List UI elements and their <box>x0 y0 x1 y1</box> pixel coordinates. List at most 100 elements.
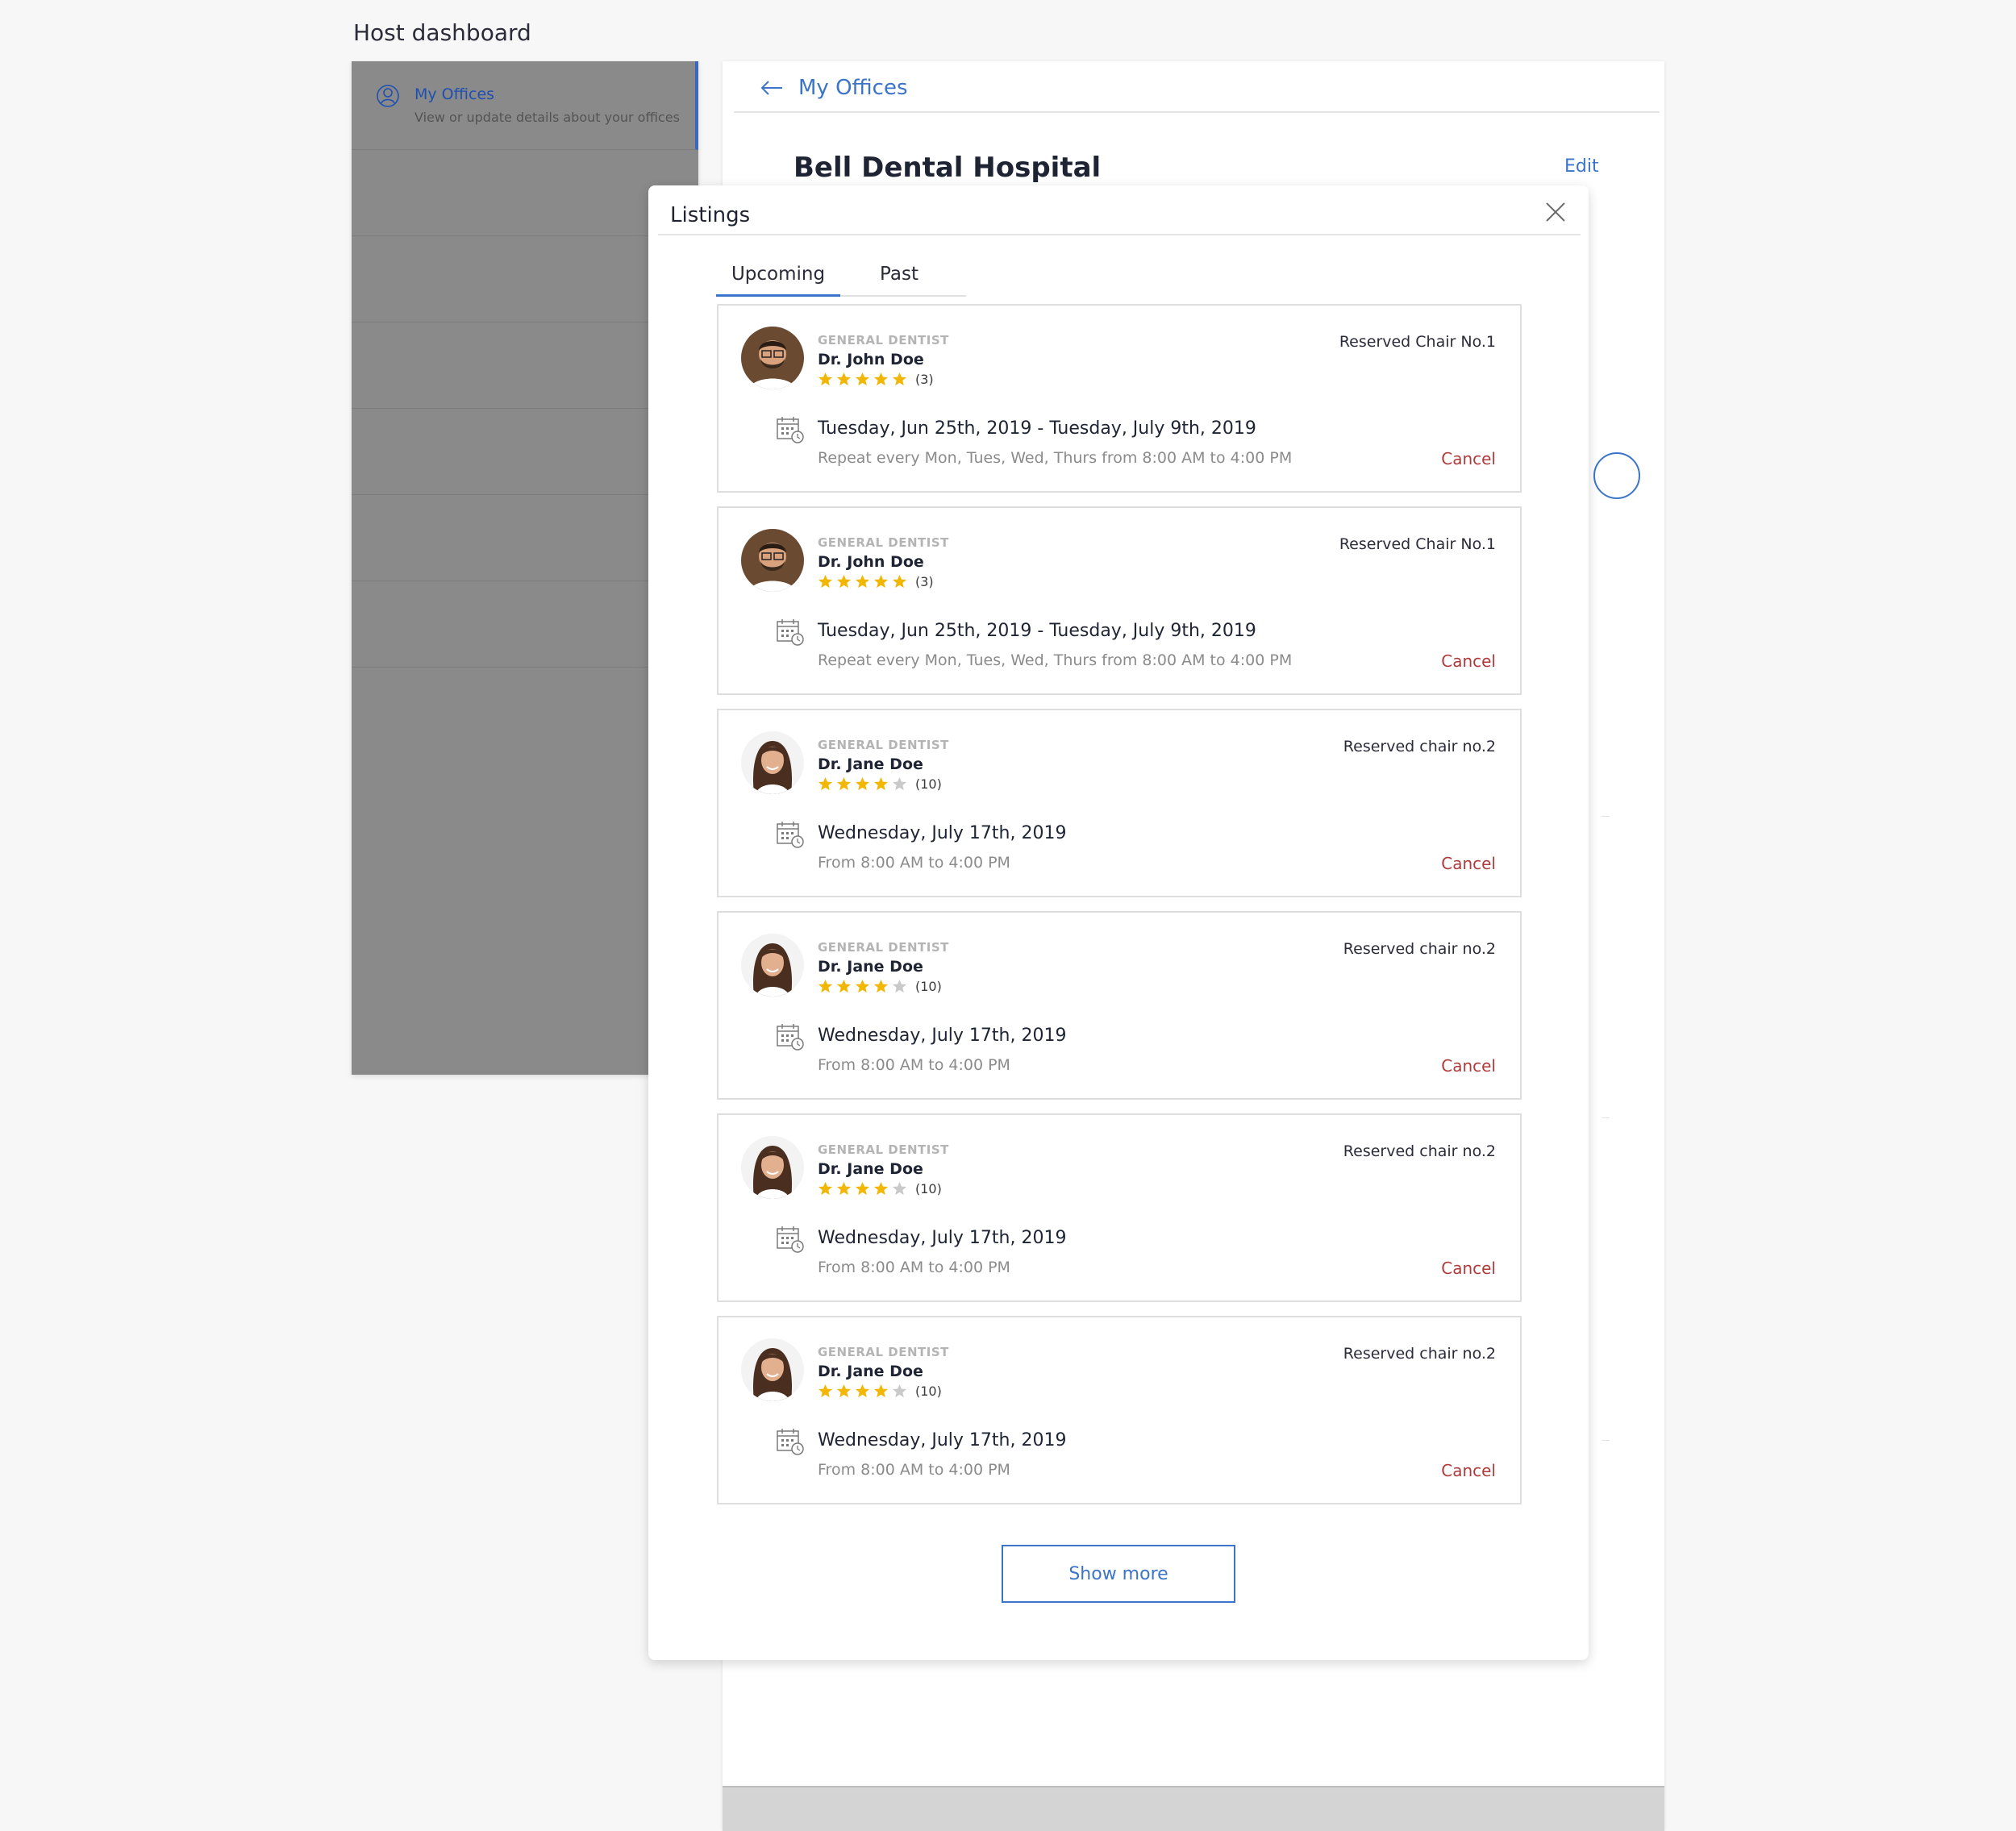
star-icon <box>892 372 907 386</box>
booking-detail: From 8:00 AM to 4:00 PM <box>818 854 1010 872</box>
avatar <box>741 529 804 592</box>
star-icon <box>818 776 833 791</box>
page-title: Host dashboard <box>353 19 531 46</box>
back-link[interactable]: My Offices <box>760 76 908 100</box>
doctor-specialty: GENERAL DENTIST <box>818 738 949 752</box>
review-count: (10) <box>915 979 942 994</box>
carousel-next-button[interactable] <box>1593 452 1640 499</box>
review-count: (10) <box>915 776 942 792</box>
star-icon <box>818 574 833 589</box>
listing-card: GENERAL DENTIST Dr. John Doe (3) Reserve… <box>717 304 1522 493</box>
rating: (10) <box>818 1384 942 1399</box>
review-count: (3) <box>915 574 934 589</box>
cancel-button[interactable]: Cancel <box>1441 1461 1496 1480</box>
close-icon[interactable] <box>1545 202 1566 223</box>
cancel-button[interactable]: Cancel <box>1441 1056 1496 1076</box>
booking-detail: From 8:00 AM to 4:00 PM <box>818 1259 1010 1276</box>
booking-date: Wednesday, July 17th, 2019 <box>818 1026 1067 1046</box>
star-icon <box>873 776 889 791</box>
star-icon <box>836 979 852 993</box>
tab-past[interactable]: Past <box>840 258 958 297</box>
star-icon <box>836 1384 852 1398</box>
review-count: (3) <box>915 372 934 387</box>
office-name: Bell Dental Hospital <box>793 152 1102 184</box>
modal-title: Listings <box>670 203 751 227</box>
tab-upcoming[interactable]: Upcoming <box>716 258 840 297</box>
doctor-specialty: GENERAL DENTIST <box>818 535 949 550</box>
listing-card: GENERAL DENTIST Dr. Jane Doe (10) Reserv… <box>717 709 1522 897</box>
star-icon <box>818 1181 833 1196</box>
chair-label: Reserved chair no.2 <box>1343 940 1496 958</box>
doctor-name: Dr. Jane Doe <box>818 755 923 773</box>
doctor-name: Dr. Jane Doe <box>818 1363 923 1380</box>
review-count: (10) <box>915 1181 942 1196</box>
divider <box>734 111 1660 113</box>
star-icon <box>818 372 833 386</box>
calendar-clock-icon <box>777 1024 804 1051</box>
cancel-button[interactable]: Cancel <box>1441 651 1496 671</box>
sidebar-item-empty <box>352 150 698 236</box>
calendar-clock-icon <box>777 417 804 443</box>
calendar-clock-icon <box>777 1226 804 1253</box>
cancel-button[interactable]: Cancel <box>1441 1259 1496 1278</box>
booking-date: Tuesday, Jun 25th, 2019 - Tuesday, July … <box>818 621 1256 641</box>
star-icon <box>873 372 889 386</box>
doctor-name: Dr. John Doe <box>818 351 924 368</box>
cancel-button[interactable]: Cancel <box>1441 854 1496 873</box>
sidebar-item-empty <box>352 323 698 409</box>
star-icon <box>873 1384 889 1398</box>
booking-detail: Repeat every Mon, Tues, Wed, Thurs from … <box>818 449 1293 467</box>
avatar <box>741 1338 804 1401</box>
listings-modal: Listings Upcoming Past GENERAL DENTIST D… <box>648 185 1589 1660</box>
star-icon <box>855 1181 870 1196</box>
star-icon <box>855 979 870 993</box>
doctor-name: Dr. John Doe <box>818 553 924 571</box>
show-more-button[interactable]: Show more <box>1002 1545 1235 1603</box>
star-icon <box>836 574 852 589</box>
booking-date: Wednesday, July 17th, 2019 <box>818 1430 1067 1450</box>
sidebar-item-empty <box>352 236 698 323</box>
chair-label: Reserved chair no.2 <box>1343 1142 1496 1160</box>
avatar <box>741 1136 804 1199</box>
sidebar-item-description: View or update details about your office… <box>414 110 680 125</box>
rating: (10) <box>818 1181 942 1196</box>
booking-detail: Repeat every Mon, Tues, Wed, Thurs from … <box>818 651 1293 669</box>
doctor-specialty: GENERAL DENTIST <box>818 333 949 347</box>
chair-label: Reserved chair no.2 <box>1343 738 1496 755</box>
rating: (10) <box>818 979 942 994</box>
star-icon <box>836 1181 852 1196</box>
star-icon <box>873 979 889 993</box>
chair-label: Reserved Chair No.1 <box>1339 535 1496 553</box>
star-icon <box>855 372 870 386</box>
doctor-name: Dr. Jane Doe <box>818 1160 923 1178</box>
star-icon <box>836 372 852 386</box>
sidebar-item-my-offices[interactable]: My Offices View or update details about … <box>352 61 698 150</box>
star-icon <box>892 776 907 791</box>
star-icon <box>855 574 870 589</box>
doctor-specialty: GENERAL DENTIST <box>818 1345 949 1359</box>
star-icon <box>836 776 852 791</box>
star-icon <box>873 574 889 589</box>
avatar <box>741 327 804 389</box>
doctor-specialty: GENERAL DENTIST <box>818 940 949 955</box>
booking-date: Tuesday, Jun 25th, 2019 - Tuesday, July … <box>818 418 1256 439</box>
cancel-button[interactable]: Cancel <box>1441 449 1496 468</box>
edit-button[interactable]: Edit <box>1564 156 1599 177</box>
listing-card: GENERAL DENTIST Dr. Jane Doe (10) Reserv… <box>717 1113 1522 1302</box>
star-icon <box>892 574 907 589</box>
sidebar-item-empty <box>352 409 698 495</box>
arrow-left-icon <box>760 81 782 95</box>
sidebar-item-label: My Offices <box>414 85 495 103</box>
chair-label: Reserved Chair No.1 <box>1339 333 1496 351</box>
booking-date: Wednesday, July 17th, 2019 <box>818 823 1067 843</box>
divider <box>1602 1117 1610 1118</box>
divider <box>1602 1440 1610 1441</box>
rating: (3) <box>818 574 934 589</box>
doctor-name: Dr. Jane Doe <box>818 958 923 976</box>
booking-detail: From 8:00 AM to 4:00 PM <box>818 1461 1010 1479</box>
star-icon <box>818 979 833 993</box>
listings-list: GENERAL DENTIST Dr. John Doe (3) Reserve… <box>717 304 1522 1518</box>
listing-card: GENERAL DENTIST Dr. John Doe (3) Reserve… <box>717 506 1522 695</box>
star-icon <box>873 1181 889 1196</box>
divider <box>658 234 1581 235</box>
